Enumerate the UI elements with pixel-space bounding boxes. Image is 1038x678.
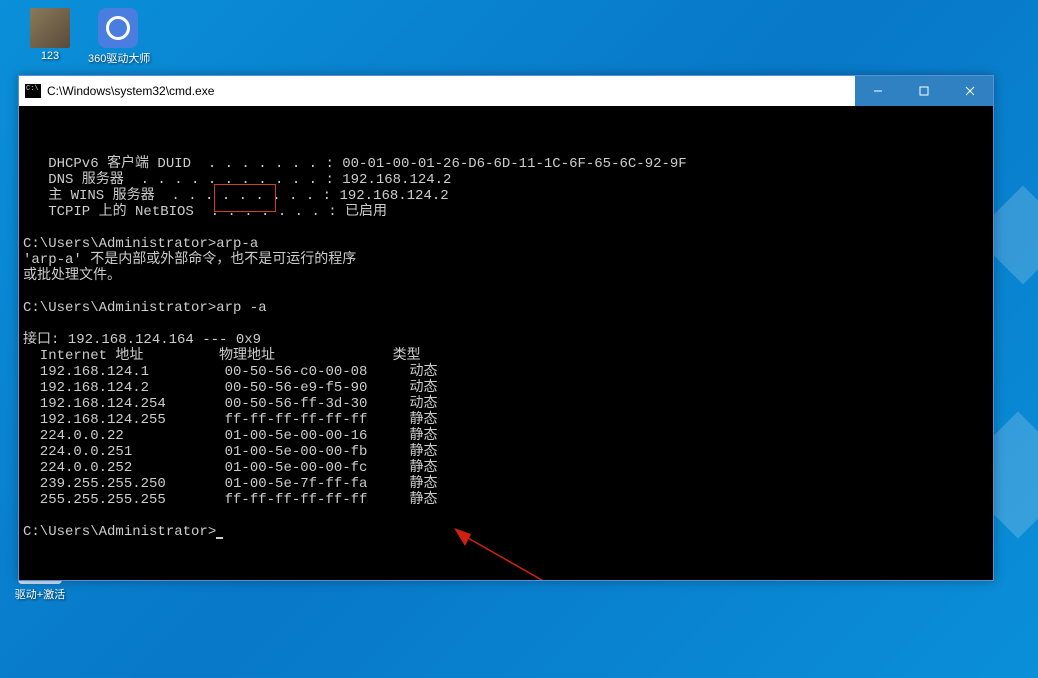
terminal-line: 224.0.0.252 01-00-5e-00-00-fc 静态 — [23, 460, 989, 476]
terminal-output[interactable]: DHCPv6 客户端 DUID . . . . . . . : 00-01-00… — [19, 106, 993, 580]
terminal-line: 192.168.124.255 ff-ff-ff-ff-ff-ff 静态 — [23, 412, 989, 428]
desktop-icon-123[interactable]: 123 — [20, 8, 80, 62]
terminal-line: Internet 地址 物理地址 类型 — [23, 348, 989, 364]
terminal-line: C:\Users\Administrator>arp -a — [23, 300, 989, 316]
cmd-icon — [25, 84, 41, 98]
desktop-icon-360driver[interactable]: 360驱动大师 — [88, 8, 148, 66]
terminal-line: 192.168.124.254 00-50-56-ff-3d-30 动态 — [23, 396, 989, 412]
app-icon — [98, 8, 138, 48]
terminal-line: 'arp-a' 不是内部或外部命令，也不是可运行的程序 — [23, 252, 989, 268]
icon-label: 驱动+激活 — [10, 586, 70, 602]
terminal-line: DNS 服务器 . . . . . . . . . . . : 192.168.… — [23, 172, 989, 188]
minimize-button[interactable] — [855, 76, 901, 106]
terminal-line: TCPIP 上的 NetBIOS . . . . . . . : 已启用 — [23, 204, 989, 220]
window-title: C:\Windows\system32\cmd.exe — [47, 84, 855, 98]
terminal-line — [23, 284, 989, 300]
titlebar[interactable]: C:\Windows\system32\cmd.exe — [19, 76, 993, 106]
terminal-line: 239.255.255.250 01-00-5e-7f-ff-fa 静态 — [23, 476, 989, 492]
terminal-line — [23, 220, 989, 236]
maximize-button[interactable] — [901, 76, 947, 106]
terminal-line: 224.0.0.251 01-00-5e-00-00-fb 静态 — [23, 444, 989, 460]
terminal-line: 或批处理文件。 — [23, 268, 989, 284]
terminal-line — [23, 316, 989, 332]
close-button[interactable] — [947, 76, 993, 106]
terminal-line: C:\Users\Administrator> — [23, 524, 989, 540]
icon-label: 123 — [20, 50, 80, 62]
terminal-line: 192.168.124.1 00-50-56-c0-00-08 动态 — [23, 364, 989, 380]
terminal-line: 224.0.0.22 01-00-5e-00-00-16 静态 — [23, 428, 989, 444]
folder-icon — [30, 8, 70, 48]
terminal-line: C:\Users\Administrator>arp-a — [23, 236, 989, 252]
terminal-line: DHCPv6 客户端 DUID . . . . . . . : 00-01-00… — [23, 156, 989, 172]
terminal-line: 主 WINS 服务器 . . . . . . . . . : 192.168.1… — [23, 188, 989, 204]
terminal-line: 接口: 192.168.124.164 --- 0x9 — [23, 332, 989, 348]
cmd-window: C:\Windows\system32\cmd.exe DHCPv6 客户端 D… — [18, 75, 994, 581]
icon-label: 360驱动大师 — [88, 50, 148, 66]
terminal-line — [23, 508, 989, 524]
terminal-line: 192.168.124.2 00-50-56-e9-f5-90 动态 — [23, 380, 989, 396]
cursor — [216, 537, 223, 539]
terminal-line: 255.255.255.255 ff-ff-ff-ff-ff-ff 静态 — [23, 492, 989, 508]
